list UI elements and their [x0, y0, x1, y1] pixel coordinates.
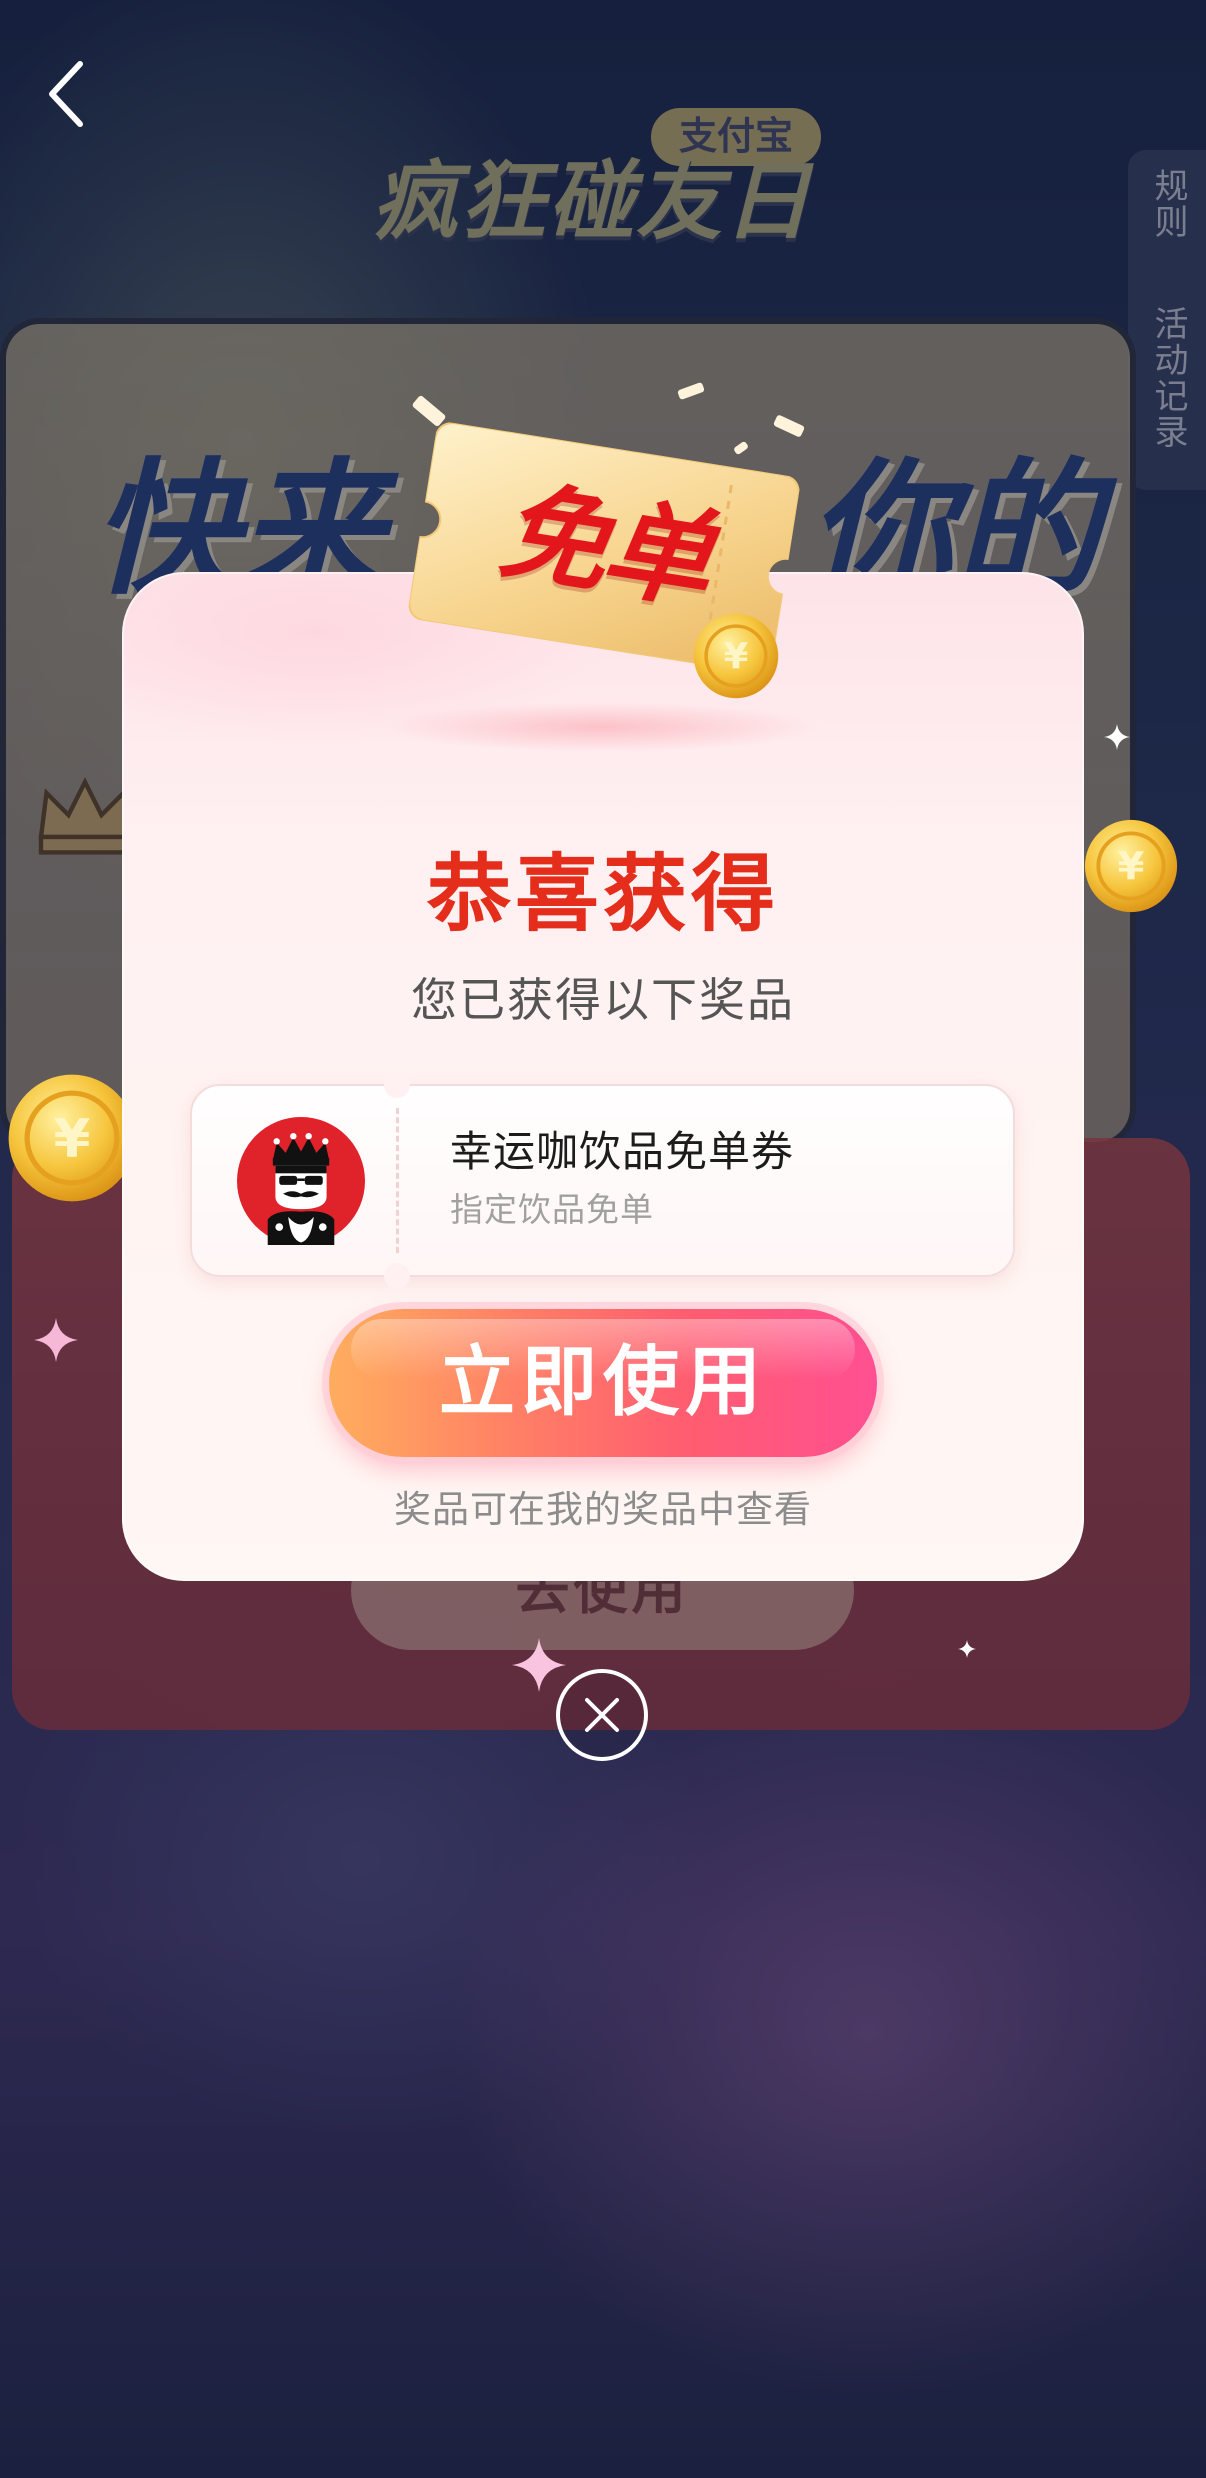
king-card-logo-icon	[237, 1117, 365, 1245]
ticket-glow	[382, 702, 822, 752]
modal-title: 恭喜获得	[426, 847, 779, 941]
prize-name: 幸运咖饮品免单券	[450, 1128, 795, 1175]
close-circle-icon	[556, 1669, 648, 1761]
prize-modal: 免单 ¥ 恭喜获得 您已获得以下奖品 幸运咖饮品免单券 指定饮品免单 立即使用 …	[122, 381, 1084, 1581]
close-button[interactable]	[555, 1668, 649, 1762]
prize-description: 指定饮品免单	[450, 1191, 654, 1228]
use-now-button[interactable]: 立即使用	[329, 1309, 877, 1457]
prize-card: 幸运咖饮品免单券 指定饮品免单	[190, 1072, 1015, 1289]
prize-location-note: 奖品可在我的奖品中查看	[394, 1489, 812, 1530]
card-notch-top	[384, 1072, 410, 1098]
use-now-button-label: 立即使用	[439, 1340, 767, 1425]
back-button[interactable]	[36, 54, 106, 134]
card-notch-bottom	[384, 1263, 410, 1289]
modal-subtitle: 您已获得以下奖品	[411, 974, 795, 1026]
card-divider	[396, 1108, 399, 1253]
chevron-left-icon	[49, 61, 83, 127]
